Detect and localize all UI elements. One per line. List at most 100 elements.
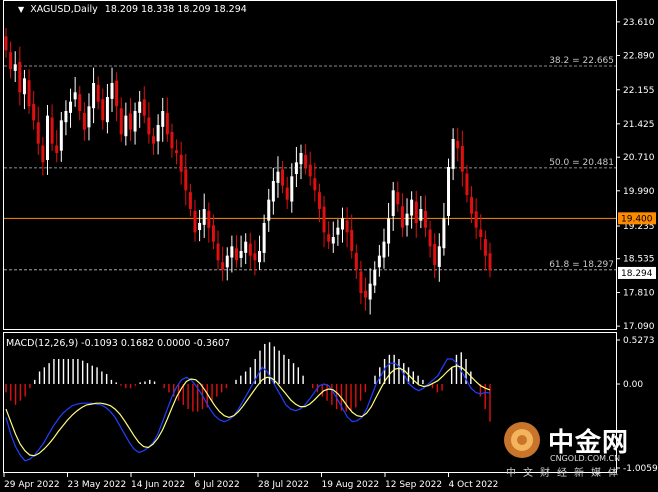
candle-body bbox=[331, 237, 335, 244]
candle-body bbox=[45, 115, 49, 160]
watermark-url: CNGOLD.COM.CN bbox=[550, 454, 621, 463]
candle-body bbox=[433, 244, 437, 265]
candle-body bbox=[87, 106, 91, 128]
candle-body bbox=[373, 269, 377, 286]
price-tick-label: 19.990 bbox=[623, 187, 655, 197]
candle-body bbox=[437, 246, 441, 267]
candle-body bbox=[50, 117, 54, 144]
price-tick-label: 23.610 bbox=[623, 18, 655, 28]
candle-body bbox=[327, 234, 331, 242]
candle-body bbox=[92, 83, 96, 109]
candle-body bbox=[258, 251, 262, 263]
candle-body bbox=[354, 252, 358, 270]
candle-body bbox=[133, 111, 137, 132]
candle-body bbox=[18, 62, 22, 93]
candle-body bbox=[345, 220, 349, 233]
candle-body bbox=[115, 80, 119, 107]
candle-body bbox=[124, 115, 128, 137]
price-tick-label: 17.810 bbox=[623, 289, 655, 299]
candle-body bbox=[22, 78, 26, 95]
price-tick-label: 22.155 bbox=[623, 86, 655, 96]
candle-body bbox=[460, 146, 464, 172]
candle-body bbox=[294, 162, 298, 174]
candle-body bbox=[368, 283, 372, 300]
candle-body bbox=[304, 154, 308, 167]
candle-body bbox=[483, 238, 487, 256]
candle-body bbox=[225, 255, 229, 268]
candle-body bbox=[419, 209, 423, 221]
candle-body bbox=[447, 167, 451, 216]
candle-body bbox=[142, 99, 146, 116]
price-axis: 23.61022.89022.15521.42520.71019.99019.2… bbox=[616, 18, 655, 332]
candle-body bbox=[285, 187, 289, 200]
price-tick-label: 17.090 bbox=[623, 322, 655, 332]
candle-body bbox=[64, 111, 68, 123]
candle-body bbox=[55, 145, 59, 153]
candle-body bbox=[105, 97, 109, 123]
candle-body bbox=[428, 229, 432, 247]
candle-body bbox=[152, 136, 156, 144]
candle-body bbox=[465, 173, 469, 195]
candle-body bbox=[179, 154, 183, 172]
candle-body bbox=[138, 101, 142, 113]
candle-body bbox=[451, 139, 455, 169]
macd-tick-label: 0.5273 bbox=[623, 336, 655, 346]
current-price-label: 18.294 bbox=[621, 269, 653, 279]
candle-body bbox=[488, 253, 492, 270]
candle-body bbox=[262, 223, 266, 253]
macd-signal-line bbox=[5, 365, 491, 457]
candle-body bbox=[313, 178, 317, 191]
candle-body bbox=[73, 92, 77, 100]
candle-body bbox=[13, 64, 17, 71]
candle-body bbox=[110, 83, 114, 99]
candle-body bbox=[82, 112, 86, 130]
candle-body bbox=[387, 218, 391, 244]
time-tick-label: 19 Aug 2022 bbox=[322, 480, 380, 490]
candle-body bbox=[290, 176, 294, 202]
candle-body bbox=[69, 101, 73, 113]
candle-body bbox=[364, 290, 368, 298]
candle-body bbox=[271, 181, 275, 202]
watermark: 中金网 CNGOLD.COM.CN 中文财经新媒体 bbox=[500, 416, 650, 479]
candle-body bbox=[410, 199, 414, 216]
symbol-title: XAGUSD,Daily bbox=[30, 4, 98, 15]
triangle-down-icon[interactable]: ▼ bbox=[18, 5, 24, 14]
candle-body bbox=[230, 246, 234, 258]
candle-body bbox=[59, 120, 63, 151]
time-tick-label: 28 Jul 2022 bbox=[258, 480, 309, 490]
macd-tick-label: 0.00 bbox=[623, 380, 643, 390]
candle-body bbox=[377, 255, 381, 268]
candle-body bbox=[479, 229, 483, 237]
candle-body bbox=[184, 169, 188, 191]
candle-body bbox=[336, 227, 340, 235]
candle-body bbox=[221, 262, 225, 270]
candle-body bbox=[32, 104, 36, 121]
candle-body bbox=[442, 218, 446, 249]
candle-body bbox=[41, 145, 45, 163]
candle-body bbox=[350, 230, 354, 251]
candle-body bbox=[414, 201, 418, 223]
candle-body bbox=[156, 125, 160, 142]
candle-body bbox=[161, 111, 165, 127]
candle-body bbox=[234, 248, 238, 261]
candle-body bbox=[340, 218, 344, 230]
candle-body bbox=[202, 209, 206, 225]
candle-body bbox=[359, 271, 363, 293]
candle-body bbox=[188, 192, 192, 209]
candle-body bbox=[239, 251, 243, 258]
ohlc-values: 18.209 18.338 18.209 18.294 bbox=[104, 4, 247, 15]
candles bbox=[4, 27, 492, 315]
candle-body bbox=[119, 108, 123, 135]
candle-body bbox=[211, 225, 215, 242]
fib-label: 61.8 = 18.297 bbox=[549, 260, 614, 270]
candle-body bbox=[248, 243, 252, 256]
candle-body bbox=[322, 206, 326, 233]
price-tick-label: 21.425 bbox=[623, 120, 655, 130]
time-axis: 29 Apr 2022 23 May 2022 14 Jun 2022 6 Jul 2… bbox=[3, 473, 498, 490]
candle-body bbox=[267, 199, 271, 221]
hline-tag-label: 19.400 bbox=[621, 214, 653, 224]
candle-body bbox=[147, 117, 151, 135]
candle-body bbox=[276, 171, 280, 183]
candle-body bbox=[391, 190, 395, 216]
candle-body bbox=[96, 84, 100, 102]
